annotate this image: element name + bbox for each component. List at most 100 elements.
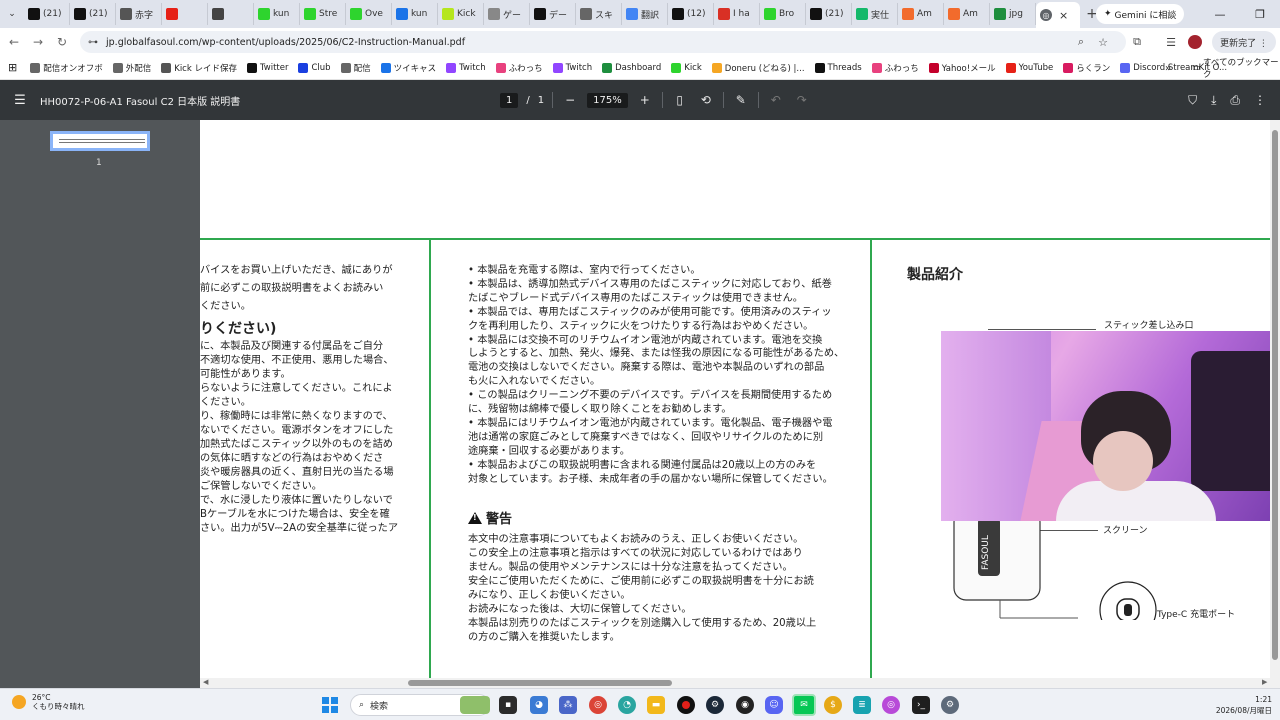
tab-search-icon[interactable]: ☰ xyxy=(1160,31,1182,53)
bookmark-item[interactable]: YouTube xyxy=(1001,62,1059,74)
forward-button[interactable]: → xyxy=(26,30,50,54)
tab-11[interactable]: デー xyxy=(530,3,576,25)
chrome-taskbar-icon[interactable]: ◎ xyxy=(589,696,607,714)
file-explorer-icon[interactable]: ▬ xyxy=(647,696,665,714)
apps-grid-icon[interactable]: ⊞ xyxy=(0,61,25,74)
widget-landscape-icon[interactable] xyxy=(460,696,490,714)
weather-widget[interactable]: 26°C くもり時々晴れ xyxy=(12,693,85,711)
tab-active-pdf[interactable]: ◎ × xyxy=(1036,2,1080,28)
tab-9[interactable]: Kick xyxy=(438,3,484,25)
bookmark-item[interactable]: ふわっち xyxy=(491,62,548,74)
tab-7[interactable]: Ove xyxy=(346,3,392,25)
tab-search-chevron-icon[interactable]: ⌄ xyxy=(0,0,24,28)
tab-3[interactable] xyxy=(162,3,208,25)
horizontal-scrollbar[interactable]: ◀ ▶ xyxy=(200,678,1280,688)
avatar[interactable] xyxy=(1184,31,1206,53)
horizontal-scroll-thumb[interactable] xyxy=(408,680,672,686)
tab-close-icon[interactable]: × xyxy=(1059,9,1068,22)
tab-15[interactable]: I ha xyxy=(714,3,760,25)
tab-21[interactable]: jpg xyxy=(990,3,1036,25)
bookmark-item[interactable]: ツイキャス xyxy=(376,62,442,74)
task-view-icon[interactable]: ▪ xyxy=(499,696,517,714)
tab-14[interactable]: (12) xyxy=(668,3,714,25)
tab-0[interactable]: (21) xyxy=(24,3,70,25)
sidebar-menu-icon[interactable]: ☰ xyxy=(0,93,40,108)
page-thumbnail[interactable] xyxy=(50,131,150,151)
system-clock[interactable]: 1:21 2026/08/月曜日 xyxy=(1200,694,1272,716)
bookmark-item[interactable]: 配信 xyxy=(336,62,376,74)
tab-2[interactable]: 赤字 xyxy=(116,3,162,25)
bookmark-item[interactable]: Club xyxy=(293,62,335,74)
coin-icon[interactable]: $ xyxy=(824,696,842,714)
tab-17[interactable]: (21) xyxy=(806,3,852,25)
tab-6[interactable]: Stre xyxy=(300,3,346,25)
save-annotations-icon[interactable]: ⛉ xyxy=(1188,93,1197,108)
reload-button[interactable]: ↻ xyxy=(50,30,74,54)
bookmark-item[interactable]: 配信オンオフボ xyxy=(25,62,108,74)
tab-10[interactable]: ゲー xyxy=(484,3,530,25)
tab-8[interactable]: kun xyxy=(392,3,438,25)
site-info-icon[interactable]: ⊶ xyxy=(88,37,98,48)
bookmark-item[interactable]: Dashboard xyxy=(597,62,666,74)
fit-page-icon[interactable]: ▯ xyxy=(671,93,689,107)
obs-icon[interactable]: ◉ xyxy=(736,696,754,714)
redo-icon[interactable]: ↷ xyxy=(793,93,811,107)
bookmark-item[interactable]: Kick xyxy=(666,62,707,74)
zoom-in-button[interactable]: + xyxy=(636,93,654,107)
bookmark-item[interactable]: ふわっち xyxy=(867,62,924,74)
bookmark-item[interactable]: 外配信 xyxy=(108,62,157,74)
tab-16[interactable]: Bro xyxy=(760,3,806,25)
scroll-right-icon[interactable]: ▶ xyxy=(1262,678,1267,686)
bookmark-item[interactable]: Kick レイド保存 xyxy=(156,62,242,74)
minimize-button[interactable]: — xyxy=(1200,0,1240,28)
scroll-left-icon[interactable]: ◀ xyxy=(203,678,208,686)
tab-13[interactable]: 翻訳 xyxy=(622,3,668,25)
maximize-button[interactable]: ❐ xyxy=(1240,0,1280,28)
tab-20[interactable]: Am xyxy=(944,3,990,25)
bookmark-item[interactable]: Twitch xyxy=(548,62,598,74)
bookmark-item[interactable]: らくラン xyxy=(1058,62,1115,74)
record-icon[interactable] xyxy=(677,696,695,714)
bookmark-item[interactable]: Threads xyxy=(810,62,867,74)
all-bookmarks-folder[interactable]: ▭ すべてのブックマーク xyxy=(1192,56,1280,80)
more-options-icon[interactable]: ⋮ xyxy=(1254,93,1266,107)
tab-5[interactable]: kun xyxy=(254,3,300,25)
terminal-icon[interactable]: ›_ xyxy=(912,696,930,714)
tab-4[interactable] xyxy=(208,3,254,25)
vertical-scroll-thumb[interactable] xyxy=(1272,130,1278,660)
update-button[interactable]: 更新完了 ⋮ xyxy=(1212,31,1276,53)
extensions-icon[interactable]: ⧉ xyxy=(1126,31,1148,53)
back-button[interactable]: ← xyxy=(2,30,26,54)
zoom-level-input[interactable]: 175% xyxy=(587,92,628,108)
bookmark-item[interactable]: Doneru (どねる) |... xyxy=(707,62,810,74)
edge-icon[interactable]: ◔ xyxy=(618,696,636,714)
zoom-icon[interactable]: ⌕ xyxy=(1070,31,1092,53)
notes-icon[interactable]: ≣ xyxy=(853,696,871,714)
bookmark-item[interactable]: Twitch xyxy=(441,62,491,74)
vertical-scrollbar[interactable] xyxy=(1270,120,1280,678)
steam-icon[interactable]: ⚙ xyxy=(706,696,724,714)
media-icon[interactable]: ◎ xyxy=(882,696,900,714)
print-icon[interactable]: ⎙ xyxy=(1230,93,1240,108)
bookmark-item[interactable]: Yahoo!メール xyxy=(924,62,1001,74)
tab-19[interactable]: Am xyxy=(898,3,944,25)
start-windows-icon[interactable] xyxy=(322,697,338,713)
tab-12[interactable]: スキ xyxy=(576,3,622,25)
download-icon[interactable]: ⤓ xyxy=(1211,93,1216,108)
teams-icon[interactable]: ⁂ xyxy=(559,696,577,714)
rotate-icon[interactable]: ⟲ xyxy=(697,93,715,107)
settings-gear-icon[interactable]: ⚙ xyxy=(941,696,959,714)
bookmarks-more-button[interactable]: » xyxy=(1160,56,1176,80)
page-number-input[interactable]: 1 xyxy=(500,92,519,108)
gemini-button[interactable]: ✦ Gemini に相談 xyxy=(1096,4,1185,24)
url-text[interactable]: jp.globalfasoul.com/wp-content/uploads/2… xyxy=(106,37,465,48)
undo-icon[interactable]: ↶ xyxy=(767,93,785,107)
bookmark-item[interactable]: Twitter xyxy=(242,62,294,74)
line-icon[interactable]: ✉ xyxy=(792,694,816,716)
omnibox[interactable]: ⊶ jp.globalfasoul.com/wp-content/uploads… xyxy=(80,31,1126,53)
tab-18[interactable]: 実仕 xyxy=(852,3,898,25)
bookmark-star-icon[interactable]: ☆ xyxy=(1092,31,1114,53)
annotate-pen-icon[interactable]: ✎ xyxy=(732,93,750,107)
tab-1[interactable]: (21) xyxy=(70,3,116,25)
zoom-out-button[interactable]: − xyxy=(561,93,579,107)
